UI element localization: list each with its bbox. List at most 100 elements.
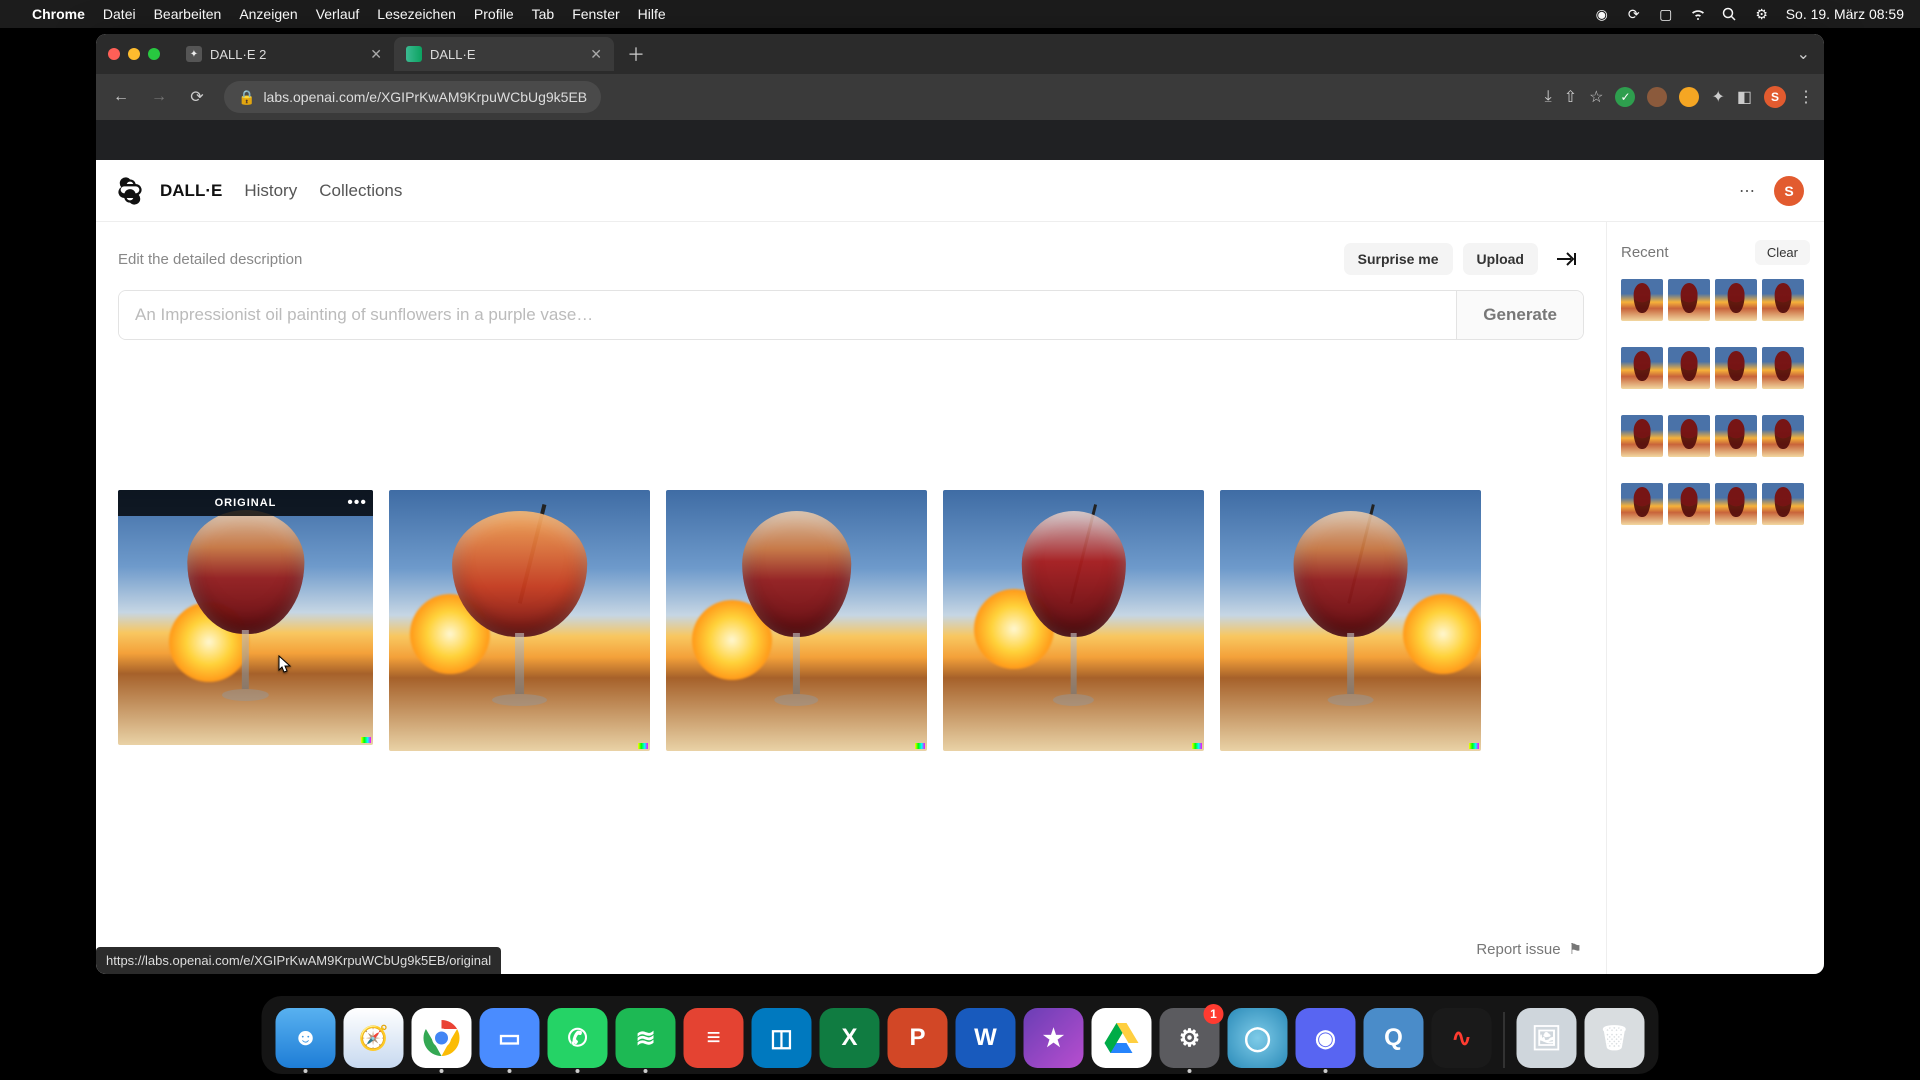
menu-lesezeichen[interactable]: Lesezeichen	[377, 6, 456, 22]
recent-thumb[interactable]	[1621, 279, 1663, 321]
image-more-icon[interactable]: •••	[347, 494, 367, 512]
result-image-original[interactable]: ORIGINAL •••	[118, 490, 373, 745]
dock-trello[interactable]: ◫	[752, 1008, 812, 1068]
close-tab-icon[interactable]: ✕	[370, 46, 382, 63]
recent-thumb[interactable]	[1621, 415, 1663, 457]
share-icon[interactable]: ⇧	[1564, 87, 1577, 107]
dock-todoist[interactable]: ≡	[684, 1008, 744, 1068]
menu-datei[interactable]: Datei	[103, 6, 136, 22]
generate-button[interactable]: Generate	[1456, 291, 1583, 339]
recent-thumb[interactable]	[1621, 483, 1663, 525]
dock-settings[interactable]: ⚙1	[1160, 1008, 1220, 1068]
recent-thumb[interactable]	[1668, 483, 1710, 525]
minimize-window-button[interactable]	[128, 48, 140, 60]
extension-icon-1[interactable]: ✓	[1615, 87, 1635, 107]
recent-thumb[interactable]	[1762, 415, 1804, 457]
recent-thumb[interactable]	[1715, 279, 1757, 321]
dock-excel[interactable]: X	[820, 1008, 880, 1068]
result-image-5[interactable]	[1220, 490, 1481, 751]
record-icon[interactable]: ◉	[1594, 6, 1610, 22]
report-issue-link[interactable]: Report issue ⚑	[1476, 940, 1582, 958]
menubar-app-name[interactable]: Chrome	[32, 6, 85, 22]
install-icon[interactable]: ⤓	[1545, 88, 1552, 106]
forward-button[interactable]: →	[144, 82, 174, 112]
recent-thumb[interactable]	[1715, 415, 1757, 457]
clear-recent-button[interactable]: Clear	[1755, 240, 1810, 265]
menu-fenster[interactable]: Fenster	[572, 6, 619, 22]
user-avatar[interactable]: S	[1774, 176, 1804, 206]
dock-app-globe[interactable]: ◯	[1228, 1008, 1288, 1068]
tabs-dropdown-icon[interactable]: ⌄	[1797, 44, 1810, 64]
battery-icon[interactable]: ▢	[1658, 6, 1674, 22]
menu-tab[interactable]: Tab	[532, 6, 555, 22]
result-image-4[interactable]	[943, 490, 1204, 751]
recent-thumb[interactable]	[1621, 347, 1663, 389]
dock-drive[interactable]	[1092, 1008, 1152, 1068]
dock-finder[interactable]: ☻	[276, 1008, 336, 1068]
menu-hilfe[interactable]: Hilfe	[638, 6, 666, 22]
submit-arrow-button[interactable]	[1550, 242, 1584, 276]
spotlight-icon[interactable]	[1722, 6, 1738, 22]
reload-button[interactable]: ⟳	[182, 82, 212, 112]
updates-icon[interactable]: ⟳	[1626, 6, 1642, 22]
wifi-icon[interactable]	[1690, 6, 1706, 22]
dock-zoom[interactable]: ▭	[480, 1008, 540, 1068]
recent-thumb[interactable]	[1762, 483, 1804, 525]
settings-badge: 1	[1204, 1004, 1224, 1024]
extensions-icon[interactable]: ✦	[1711, 87, 1724, 107]
header-more-button[interactable]: ⋯	[1732, 176, 1762, 206]
menu-anzeigen[interactable]: Anzeigen	[239, 6, 297, 22]
recent-thumb[interactable]	[1668, 279, 1710, 321]
control-center-icon[interactable]: ⚙	[1754, 6, 1770, 22]
dock-trash[interactable]: 🗑	[1585, 1008, 1645, 1068]
dock-discord[interactable]: ◉	[1296, 1008, 1356, 1068]
image-results-row: ORIGINAL •••	[118, 490, 1584, 751]
bookmark-icon[interactable]: ☆	[1589, 87, 1603, 107]
dock-powerpoint[interactable]: P	[888, 1008, 948, 1068]
dock-voicememos[interactable]: ∿	[1432, 1008, 1492, 1068]
dock-imovie[interactable]: ★	[1024, 1008, 1084, 1068]
nav-collections[interactable]: Collections	[319, 181, 402, 201]
result-image-2[interactable]	[389, 490, 650, 751]
dock-safari[interactable]: 🧭	[344, 1008, 404, 1068]
status-bar-url: https://labs.openai.com/e/XGIPrKwAM9Krpu…	[96, 947, 501, 974]
dock-quicktime[interactable]: Q	[1364, 1008, 1424, 1068]
dock-chrome[interactable]	[412, 1008, 472, 1068]
menubar-clock[interactable]: So. 19. März 08:59	[1786, 6, 1904, 22]
fullscreen-window-button[interactable]	[148, 48, 160, 60]
openai-logo-icon[interactable]	[116, 177, 144, 205]
close-tab-icon[interactable]: ✕	[590, 46, 602, 63]
sidepanel-icon[interactable]: ◧	[1737, 87, 1752, 107]
upload-button[interactable]: Upload	[1463, 243, 1538, 275]
recent-thumb[interactable]	[1715, 347, 1757, 389]
result-image-3[interactable]	[666, 490, 927, 751]
dock-whatsapp[interactable]: ✆	[548, 1008, 608, 1068]
recent-thumb[interactable]	[1668, 347, 1710, 389]
surprise-me-button[interactable]: Surprise me	[1344, 243, 1453, 275]
menu-bearbeiten[interactable]: Bearbeiten	[154, 6, 222, 22]
profile-avatar[interactable]: S	[1764, 86, 1786, 108]
dock-spotify[interactable]: ≋	[616, 1008, 676, 1068]
browser-window: ✦ DALL·E 2 ✕ DALL·E ✕ ＋ ⌄ ← → ⟳ 🔒 labs.o…	[96, 34, 1824, 974]
recent-thumb[interactable]	[1762, 279, 1804, 321]
url-field[interactable]: 🔒 labs.openai.com/e/XGIPrKwAM9KrpuWCbUg9…	[224, 81, 601, 113]
new-tab-button[interactable]: ＋	[622, 41, 650, 67]
kebab-menu-icon[interactable]: ⋮	[1798, 87, 1814, 107]
menu-verlauf[interactable]: Verlauf	[316, 6, 360, 22]
extension-icon-2[interactable]	[1647, 87, 1667, 107]
dock-word[interactable]: W	[956, 1008, 1016, 1068]
content: Edit the detailed description Surprise m…	[96, 222, 1824, 974]
close-window-button[interactable]	[108, 48, 120, 60]
tab-dalle[interactable]: DALL·E ✕	[394, 37, 614, 71]
menu-profile[interactable]: Profile	[474, 6, 514, 22]
recent-thumb[interactable]	[1762, 347, 1804, 389]
extension-icon-3[interactable]	[1679, 87, 1699, 107]
recent-thumb[interactable]	[1715, 483, 1757, 525]
nav-history[interactable]: History	[244, 181, 297, 201]
back-button[interactable]: ←	[106, 82, 136, 112]
recent-thumb[interactable]	[1668, 415, 1710, 457]
dock-preview-doc[interactable]: 🖼	[1517, 1008, 1577, 1068]
prompt-input[interactable]	[119, 291, 1456, 339]
nav-dalle[interactable]: DALL·E	[160, 181, 222, 201]
tab-dalle2[interactable]: ✦ DALL·E 2 ✕	[174, 37, 394, 71]
